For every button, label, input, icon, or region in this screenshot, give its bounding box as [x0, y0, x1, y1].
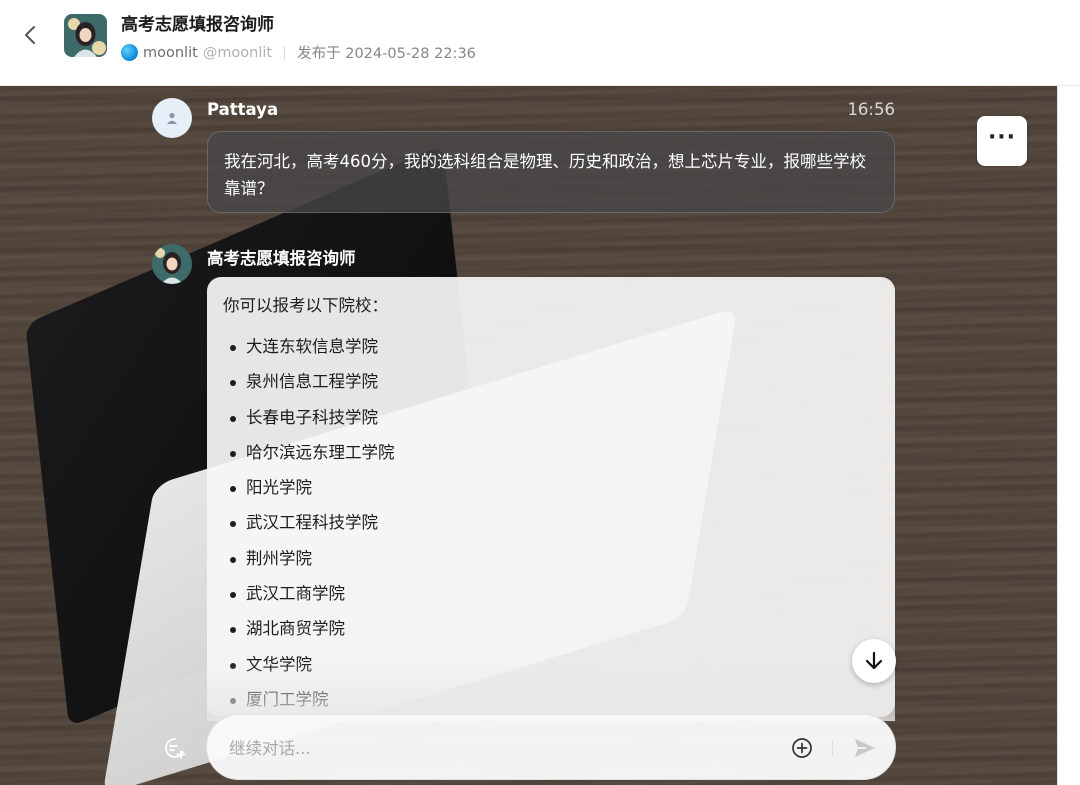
send-button[interactable]	[852, 735, 878, 761]
plus-circle-icon	[792, 738, 812, 758]
chat-area: ··· Pattaya 16:56 我在河北，高考460分，我的选科组合是物理、…	[0, 86, 1057, 785]
school-list-item: 大连东软信息学院	[223, 329, 879, 364]
bot-name: 高考志愿填报咨询师	[207, 249, 356, 268]
scroll-down-button[interactable]	[852, 639, 896, 683]
divider	[832, 740, 833, 756]
user-name: Pattaya	[207, 100, 279, 119]
more-options-button[interactable]: ···	[977, 116, 1027, 166]
user-message-bubble: 我在河北，高考460分，我的选科组合是物理、历史和政治，想上芯片专业，报哪些学校…	[207, 131, 895, 213]
school-list-item: 阳光学院	[223, 470, 879, 505]
school-list-item: 文华学院	[223, 647, 879, 682]
author-handle[interactable]: @moonlit	[203, 45, 272, 61]
send-icon	[855, 739, 875, 757]
chat-input-bar	[206, 714, 896, 780]
attach-button[interactable]	[790, 736, 814, 760]
scrollbar-track[interactable]	[1057, 86, 1080, 785]
divider	[284, 45, 286, 60]
bot-avatar-header	[64, 14, 107, 57]
bot-message-bubble: 你可以报考以下院校： 大连东软信息学院 泉州信息工程学院 长春电子科技学院 哈尔滨远东…	[207, 277, 895, 717]
school-list-item: 荆州学院	[223, 541, 879, 576]
bot-intro-text: 你可以报考以下院校：	[223, 296, 388, 315]
user-icon	[167, 112, 177, 124]
school-list-item: 哈尔滨远东理工学院	[223, 435, 879, 470]
chat-input[interactable]	[229, 734, 769, 762]
school-list-item: 武汉工程科技学院	[223, 505, 879, 540]
school-list-item: 武汉工商学院	[223, 576, 879, 611]
school-list-item: 湖北商贸学院	[223, 611, 879, 646]
publish-date: 发布于 2024-05-28 22:36	[297, 46, 476, 62]
school-list-item: 长春电子科技学院	[223, 400, 879, 435]
arrow-down-icon	[865, 651, 883, 670]
chevron-left-icon	[25, 26, 35, 44]
author-name[interactable]: moonlit	[143, 45, 198, 61]
chat-header: 高考志愿填报咨询师 moonlit @moonlit 发布于 2024-05-2…	[0, 0, 1080, 86]
new-chat-button[interactable]	[163, 736, 187, 760]
globe-avatar-icon	[121, 44, 138, 61]
more-dots-icon: ···	[987, 125, 1017, 150]
bot-avatar	[152, 244, 192, 284]
new-chat-icon	[165, 738, 186, 759]
user-avatar	[152, 98, 192, 138]
page-title: 高考志愿填报咨询师	[121, 15, 274, 35]
message-time: 16:56	[847, 100, 895, 119]
school-list-item: 厦门工学院	[223, 682, 879, 717]
back-button[interactable]	[18, 22, 44, 48]
school-list: 大连东软信息学院 泉州信息工程学院 长春电子科技学院 哈尔滨远东理工学院 阳光学院 武汉工…	[223, 329, 879, 717]
school-list-item: 泉州信息工程学院	[223, 364, 879, 399]
post-meta: moonlit @moonlit 发布于 2024-05-28 22:36	[121, 42, 476, 63]
